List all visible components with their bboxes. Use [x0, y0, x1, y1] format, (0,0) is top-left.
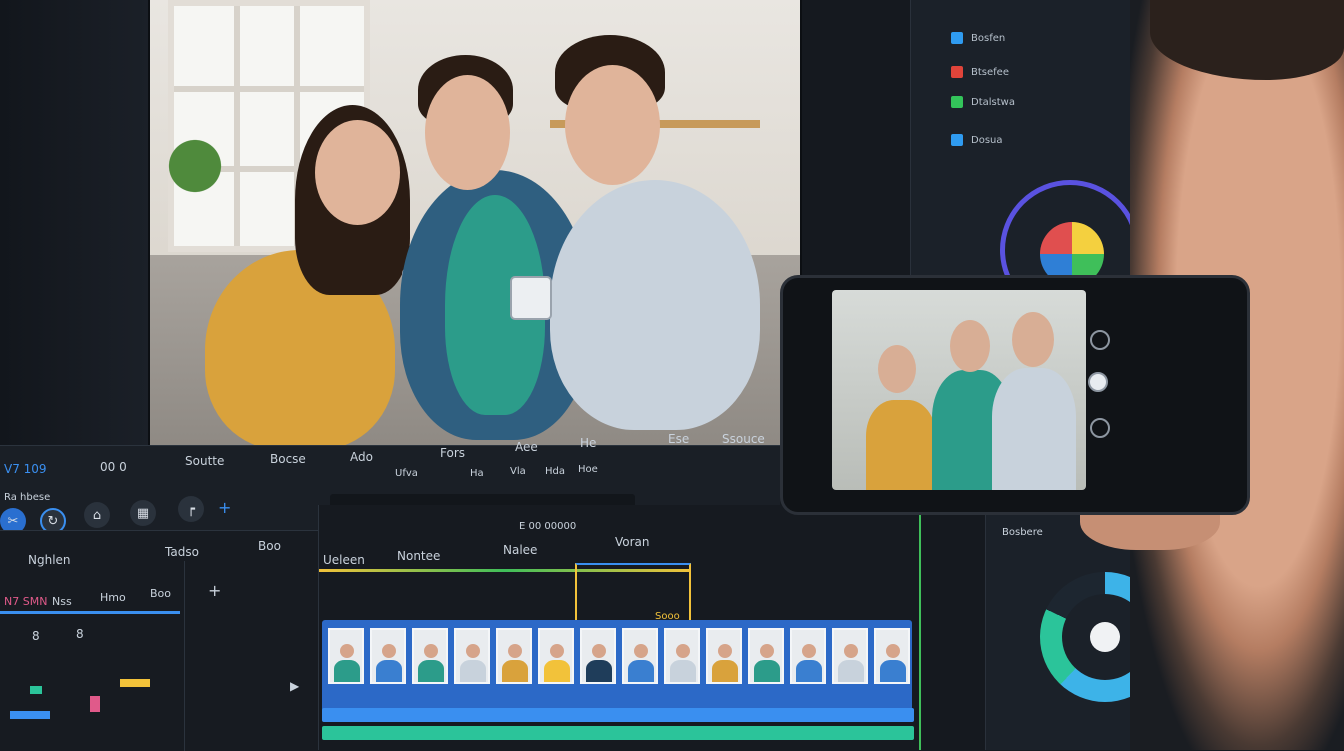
clip-thumbnail[interactable]: [706, 628, 742, 684]
level-bar: [90, 696, 100, 712]
panel-row[interactable]: Bosfen: [951, 28, 1005, 48]
row-item[interactable]: Hmo: [100, 591, 126, 604]
sub-item[interactable]: Hda: [545, 466, 565, 477]
plus-icon[interactable]: +: [218, 498, 231, 517]
playhead[interactable]: [919, 515, 921, 750]
panel-col: Tadso: [165, 545, 199, 559]
woman-face: [315, 120, 400, 225]
timecode: V7 109: [4, 462, 47, 476]
man-grey-tshirt: [550, 180, 760, 430]
crop-icon[interactable]: ⌂: [84, 502, 110, 528]
clip-thumbnail[interactable]: [328, 628, 364, 684]
clip-thumbnail[interactable]: [748, 628, 784, 684]
track-label: Nontee: [397, 549, 441, 563]
panel-row-label: Dtalstwa: [971, 96, 1015, 108]
camera-control-icon[interactable]: [1090, 330, 1110, 350]
sub-item[interactable]: Vla: [510, 466, 526, 477]
clip-thumbnail[interactable]: [832, 628, 868, 684]
panel-row[interactable]: Dosua: [951, 130, 1003, 150]
row-number: 8: [76, 627, 84, 641]
middle-man-face: [425, 75, 510, 190]
toolbar-item[interactable]: Aee: [515, 440, 538, 454]
sub-item[interactable]: Ufva: [395, 468, 418, 479]
right-man-face: [565, 65, 660, 185]
toolbar-item[interactable]: Ssouce: [722, 432, 765, 446]
track-label: Nalee: [503, 543, 538, 557]
panel-row[interactable]: Btsefee: [951, 62, 1009, 82]
scale-label: 00 0: [100, 460, 127, 474]
toolbar-item[interactable]: Ese: [668, 432, 689, 446]
panel-col: Boo: [258, 539, 281, 553]
toolbar-item[interactable]: Ado: [350, 450, 373, 464]
clip-thumbnail[interactable]: [874, 628, 910, 684]
track-label: Ueleen: [323, 553, 365, 567]
panel-row-label: Btsefee: [971, 66, 1009, 78]
row-item[interactable]: Nss: [52, 595, 72, 608]
row-item[interactable]: N7 SMN: [4, 595, 47, 608]
panel-row-label: Bosfen: [971, 32, 1006, 44]
level-bar: [120, 679, 150, 687]
timeline-top-label: E 00 00000: [519, 521, 577, 532]
clip-thumbnail[interactable]: [790, 628, 826, 684]
video-preview: [150, 0, 800, 445]
audio-track[interactable]: [322, 726, 914, 740]
plus-icon[interactable]: +: [208, 581, 221, 600]
toolbar-item[interactable]: Bocse: [270, 452, 306, 466]
toolbar-left-label: Ra hbese: [4, 492, 51, 503]
clip-thumbnail[interactable]: [370, 628, 406, 684]
tool-icon[interactable]: ┍: [178, 496, 204, 522]
toolbar-item[interactable]: Fors: [440, 446, 465, 460]
sub-item[interactable]: Hoe: [578, 464, 598, 475]
clip-strip[interactable]: [322, 620, 912, 720]
toolbar-item[interactable]: He: [580, 436, 596, 450]
phone-screen-preview: [832, 290, 1086, 490]
panel-title: Nghlen: [28, 553, 71, 567]
film-icon[interactable]: ▦: [130, 500, 156, 526]
row-number: 8: [32, 629, 40, 643]
clip-thumbnail[interactable]: [454, 628, 490, 684]
row-underline: [0, 611, 180, 614]
panel-row-label: Dosua: [971, 134, 1003, 146]
toolbar-item[interactable]: Soutte: [185, 454, 224, 468]
clip-thumbnail[interactable]: [622, 628, 658, 684]
panel-row[interactable]: Dtalstwa: [951, 92, 1015, 112]
divider: [184, 561, 185, 751]
shutter-button[interactable]: [1088, 372, 1108, 392]
clip-thumbnail[interactable]: [580, 628, 616, 684]
clip-thumbnail[interactable]: [664, 628, 700, 684]
sub-item[interactable]: Ha: [470, 468, 484, 479]
audio-track[interactable]: [322, 708, 914, 722]
houseplant: [160, 130, 230, 220]
panel-title: Bosbere: [1002, 527, 1043, 538]
effects-panel: Nghlen Tadso Boo N7 SMN Nss Hmo Boo 8 8 …: [0, 530, 320, 751]
ring-knob[interactable]: [1090, 622, 1120, 652]
clip-thumbnail[interactable]: [538, 628, 574, 684]
man-phone: [510, 276, 552, 320]
clip-thumbnail[interactable]: [412, 628, 448, 684]
track-label: Voran: [615, 535, 650, 549]
camera-control-icon[interactable]: [1090, 418, 1110, 438]
row-item[interactable]: Boo: [150, 587, 171, 600]
left-dark-strip: [0, 0, 150, 445]
play-icon[interactable]: ▶: [290, 679, 299, 693]
level-bar: [30, 686, 42, 694]
level-bar: [10, 711, 50, 719]
clip-thumbnail[interactable]: [496, 628, 532, 684]
